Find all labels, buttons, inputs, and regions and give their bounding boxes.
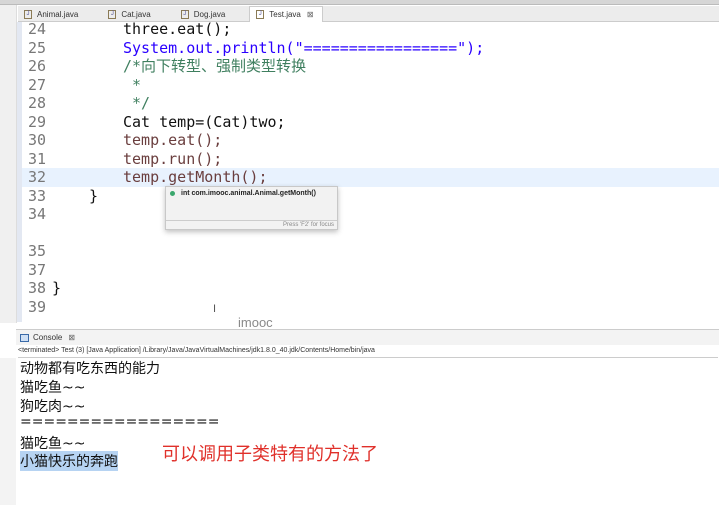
line-number: 35 bbox=[27, 242, 46, 260]
code-comment: /*向下转型、强制类型转换 bbox=[123, 57, 307, 75]
console-line: 动物都有吃东西的能力 bbox=[20, 361, 160, 377]
line-number: 30 bbox=[27, 131, 46, 149]
line-number: 24 bbox=[27, 20, 46, 38]
console-icon bbox=[20, 333, 29, 342]
code-text: temp.run(); bbox=[123, 149, 223, 168]
code-line: 37 bbox=[22, 261, 719, 280]
java-file-icon: J bbox=[108, 9, 117, 19]
console-line: ================= bbox=[20, 414, 220, 430]
code-line: 31 temp.run(); bbox=[22, 150, 719, 169]
tab-label: Test.java bbox=[269, 10, 301, 19]
console-line: 猫吃鱼~~ bbox=[20, 380, 86, 396]
line-number: 27 bbox=[27, 75, 46, 94]
code-line: 29 Cat temp=(Cat)two; bbox=[22, 113, 719, 132]
close-tab-icon[interactable]: ⊠ bbox=[307, 10, 314, 19]
line-number: 34 bbox=[27, 205, 46, 223]
left-toolbar bbox=[0, 5, 17, 323]
watermark: imooc bbox=[238, 315, 273, 330]
suggestion-item[interactable]: int com.imooc.animal.Animal.getMonth() bbox=[170, 190, 316, 197]
code-line: 30 temp.eat(); bbox=[22, 131, 719, 150]
popup-footer: Press 'F2' for focus bbox=[166, 220, 337, 229]
java-file-icon: J bbox=[180, 9, 189, 19]
line-number: 28 bbox=[27, 94, 46, 112]
line-number: 25 bbox=[27, 38, 46, 57]
console-title: Console bbox=[33, 333, 63, 342]
line-number: 26 bbox=[27, 57, 46, 75]
console-line: 猫吃鱼~~ bbox=[20, 436, 86, 452]
console-line-selected: 小猫快乐的奔跑 bbox=[20, 451, 118, 471]
code-text: } bbox=[89, 186, 99, 205]
code-line: 25 System.out.println("================="… bbox=[22, 39, 719, 58]
console-status: <terminated> Test (3) [Java Application]… bbox=[18, 347, 718, 358]
tab-label: Dog.java bbox=[193, 9, 226, 19]
line-number: 37 bbox=[27, 260, 46, 279]
code-line: 27 * bbox=[22, 76, 719, 95]
code-line: 33} bbox=[22, 187, 719, 206]
current-code-line: 32 temp.getMonth(); bbox=[22, 168, 719, 187]
close-console-icon[interactable]: ⊠ bbox=[68, 333, 75, 342]
line-number: 38 bbox=[27, 279, 46, 297]
tab-label: Cat.java bbox=[121, 9, 151, 19]
suggestion-label: int com.imooc.animal.Animal.getMonth() bbox=[181, 190, 316, 197]
console-tab[interactable]: Console ⊠ bbox=[16, 329, 719, 345]
code-text: System.out.println("================="); bbox=[123, 38, 485, 57]
line-number: 29 bbox=[27, 112, 46, 131]
line-number: 33 bbox=[27, 186, 46, 205]
code-text: temp.eat(); bbox=[123, 131, 223, 149]
java-file-icon: J bbox=[256, 10, 265, 19]
window-top-bar bbox=[0, 0, 719, 5]
tab-label: Animal.java bbox=[37, 9, 79, 19]
code-text: three.eat(); bbox=[123, 20, 232, 38]
line-number: 32 bbox=[27, 168, 46, 186]
code-text: temp.getMonth(); bbox=[123, 168, 268, 186]
code-comment: */ bbox=[123, 94, 151, 112]
console-line: 狗吃肉~~ bbox=[20, 399, 86, 415]
line-number: 31 bbox=[27, 149, 46, 168]
code-text: Cat temp=(Cat)two; bbox=[123, 112, 286, 131]
code-line: 35 bbox=[22, 242, 719, 261]
code-line: 39 bbox=[22, 298, 719, 317]
code-line: 24 three.eat(); bbox=[22, 20, 719, 39]
annotation-text: 可以调用子类特有的方法了 bbox=[162, 444, 378, 465]
code-line: 34 bbox=[22, 205, 719, 224]
code-line: 26 /*向下转型、强制类型转换 bbox=[22, 57, 719, 76]
line-number: 39 bbox=[27, 297, 46, 316]
java-file-icon: J bbox=[24, 9, 32, 19]
code-line: 28 */ bbox=[22, 94, 719, 113]
code-comment: * bbox=[123, 75, 142, 94]
content-assist-popup[interactable]: int com.imooc.animal.Animal.getMonth() P… bbox=[165, 186, 338, 230]
code-editor[interactable]: 24 three.eat(); 25 System.out.println("===… bbox=[22, 20, 719, 320]
code-text: } bbox=[52, 279, 62, 297]
code-line: 38} bbox=[22, 279, 719, 298]
public-method-icon bbox=[170, 191, 175, 196]
console-output[interactable]: 动物都有吃东西的能力 猫吃鱼~~ 狗吃肉~~ =================… bbox=[0, 358, 719, 505]
text-cursor-icon: I bbox=[213, 303, 217, 315]
